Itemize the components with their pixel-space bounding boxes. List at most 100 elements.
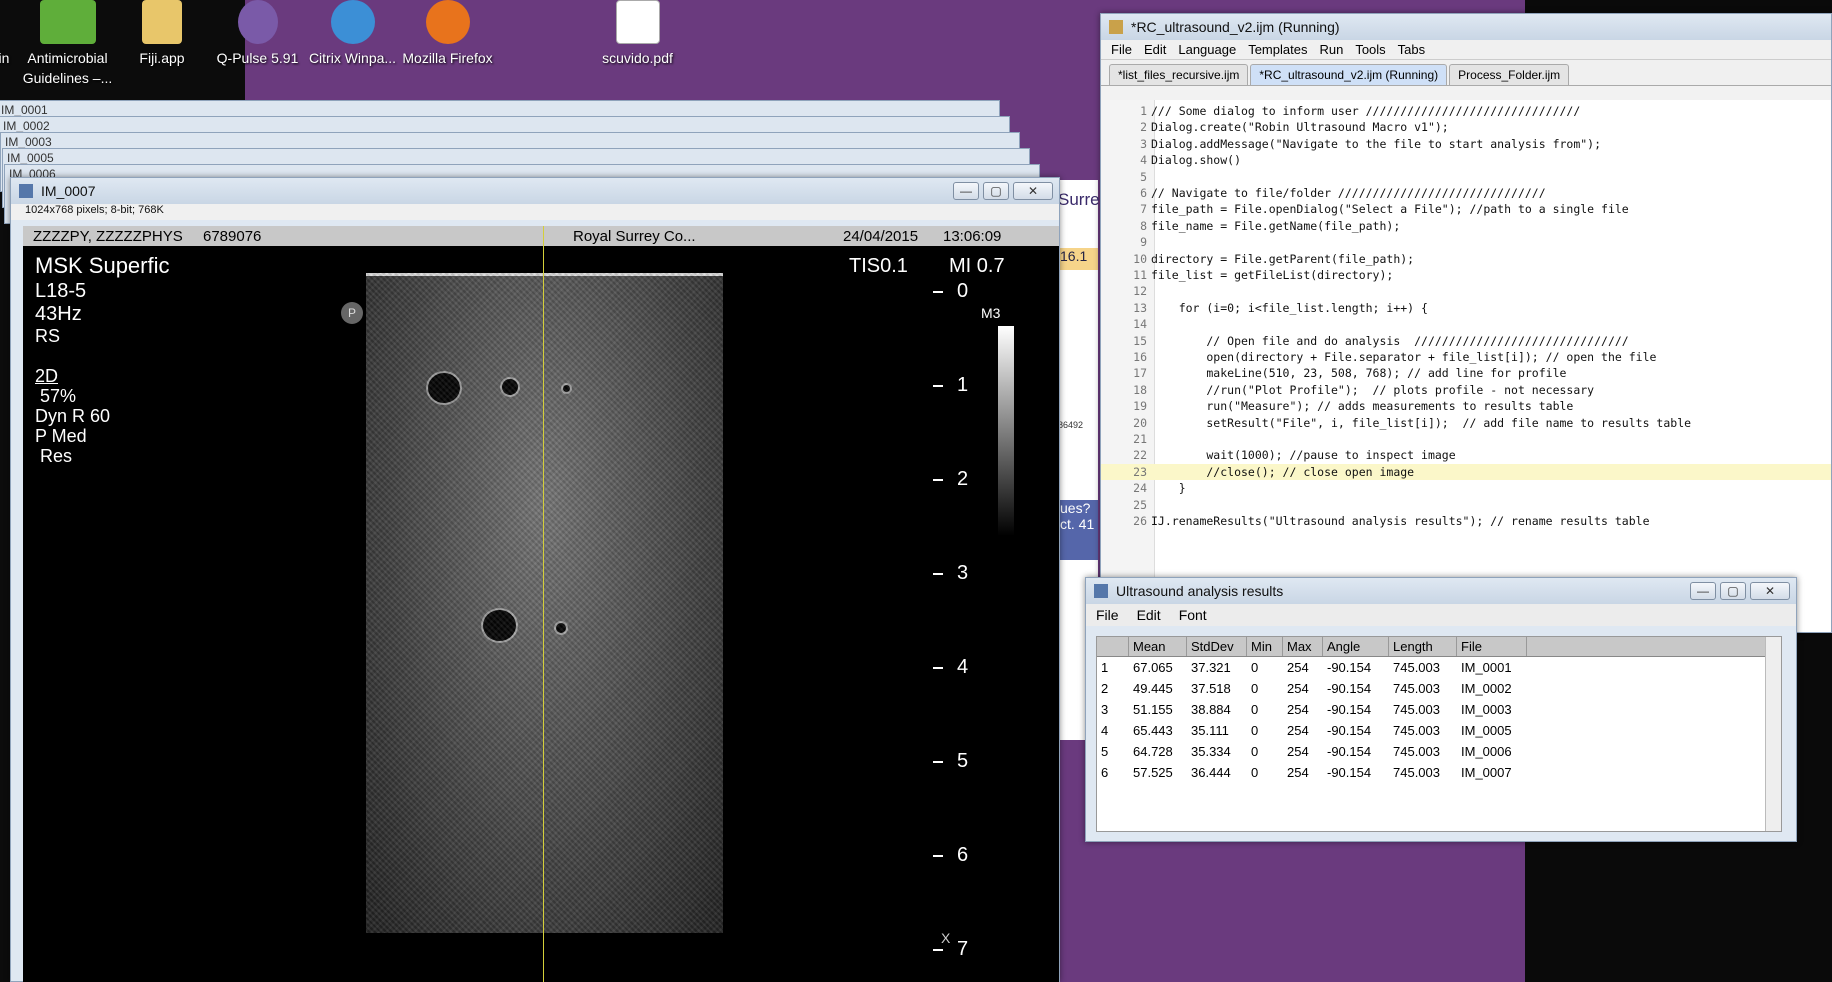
code-line[interactable]: 13 for (i=0; i<file_list.length; i++) { xyxy=(1101,300,1831,316)
minimize-button[interactable]: — xyxy=(953,182,979,200)
column-header[interactable]: Min xyxy=(1247,637,1283,656)
desktop-icon-qpulse[interactable]: Q-Pulse 5.91 xyxy=(210,0,305,68)
table-body: 1 67.065 37.321 0 254 -90.154 745.003 IM_0001 2 4… xyxy=(1097,657,1781,783)
code-line[interactable]: 17 makeLine(510, 23, 508, 768); // add l… xyxy=(1101,365,1831,381)
menu-language[interactable]: Language xyxy=(1178,42,1236,57)
code-line[interactable]: 10 directory = File.getParent(file_path); xyxy=(1101,251,1831,267)
table-row[interactable]: 1 67.065 37.321 0 254 -90.154 745.003 IM_0001 xyxy=(1097,657,1781,678)
desktop-icon-fiji[interactable]: Fiji.app xyxy=(118,0,206,68)
menu-edit[interactable]: Edit xyxy=(1144,42,1166,57)
line-number: 11 xyxy=(1133,268,1147,282)
code-text: file_name = File.getName(file_path); xyxy=(1151,218,1401,233)
code-line[interactable]: 6 // Navigate to file/folder ////////////… xyxy=(1101,185,1831,201)
map-label: M3 xyxy=(981,305,1001,321)
column-header[interactable]: Angle xyxy=(1323,637,1389,656)
menu-templates[interactable]: Templates xyxy=(1248,42,1307,57)
code-line[interactable]: 22 wait(1000); //pause to inspect image xyxy=(1101,447,1831,463)
script-editor-window[interactable]: *RC_ultrasound_v2.ijm (Running) File Edi… xyxy=(1100,13,1832,633)
table-row[interactable]: 6 57.525 36.444 0 254 -90.154 745.003 IM_0007 xyxy=(1097,762,1781,783)
desktop-icon-citrix[interactable]: Citrix Winpa... xyxy=(305,0,400,68)
tab-process-folder[interactable]: Process_Folder.ijm xyxy=(1449,64,1570,85)
table-row[interactable]: 2 49.445 37.518 0 254 -90.154 745.003 IM_0002 xyxy=(1097,678,1781,699)
depth-mark: 0 xyxy=(933,280,968,303)
desktop-icon-pdf[interactable]: scuvido.pdf xyxy=(590,0,685,68)
image-window-titlebar[interactable]: IM_0007 — ▢ ✕ xyxy=(11,178,1059,204)
editor-titlebar[interactable]: *RC_ultrasound_v2.ijm (Running) xyxy=(1101,14,1831,40)
tab-rc-ultrasound[interactable]: *RC_ultrasound_v2.ijm (Running) xyxy=(1250,64,1448,85)
code-line[interactable]: 2 Dialog.create("Robin Ultrasound Macro v… xyxy=(1101,119,1831,135)
code-line[interactable]: 4 Dialog.show() xyxy=(1101,152,1831,168)
code-line[interactable]: 15 // Open file and do analysis ////////… xyxy=(1101,333,1831,349)
table-cell: IM_0006 xyxy=(1461,744,1512,759)
menu-run[interactable]: Run xyxy=(1319,42,1343,57)
results-titlebar[interactable]: Ultrasound analysis results — ▢ ✕ xyxy=(1086,578,1796,604)
code-line[interactable]: 1 /// Some dialog to inform user ////////… xyxy=(1101,103,1831,119)
minimize-button[interactable]: — xyxy=(1690,582,1716,600)
power-label: P Med xyxy=(35,426,87,446)
menu-edit[interactable]: Edit xyxy=(1137,607,1161,623)
code-text: run("Measure"); // adds measurements to … xyxy=(1151,399,1574,414)
code-text: file_list = getFileList(directory); xyxy=(1151,268,1394,282)
code-line[interactable]: 11 file_list = getFileList(directory); xyxy=(1101,267,1831,283)
code-line[interactable]: 25 xyxy=(1101,497,1831,513)
code-text: //run("Plot Profile"); // plots profile … xyxy=(1151,382,1595,397)
code-area[interactable]: 1 /// Some dialog to inform user ////////… xyxy=(1101,100,1831,632)
menu-file[interactable]: File xyxy=(1096,607,1119,623)
results-table[interactable]: Mean StdDev Min Max Angle Length File 1 6… xyxy=(1096,636,1782,832)
table-cell: IM_0007 xyxy=(1461,765,1512,780)
column-header[interactable]: StdDev xyxy=(1187,637,1247,656)
code-line[interactable]: 3 Dialog.addMessage("Navigate to the file… xyxy=(1101,136,1831,152)
patient-id: 6789076 xyxy=(203,227,262,245)
code-line[interactable]: 14 xyxy=(1101,316,1831,332)
code-line[interactable]: 16 open(directory + File.separator + fil… xyxy=(1101,349,1831,365)
column-header[interactable]: File xyxy=(1457,637,1527,656)
vertical-scrollbar[interactable] xyxy=(1765,637,1781,831)
line-number: 20 xyxy=(1133,415,1147,430)
line-number: 21 xyxy=(1133,432,1147,446)
column-header[interactable]: Mean xyxy=(1129,637,1187,656)
code-line[interactable]: 5 xyxy=(1101,169,1831,185)
desktop-icon-firefox[interactable]: Mozilla Firefox xyxy=(400,0,495,68)
ultrasound-image[interactable]: ZZZZPY, ZZZZZPHYS 6789076 Royal Surrey C… xyxy=(23,226,1059,982)
code-line[interactable]: 26 IJ.renameResults("Ultrasound analysis … xyxy=(1101,513,1831,529)
column-header[interactable]: Max xyxy=(1283,637,1323,656)
column-header[interactable]: Length xyxy=(1389,637,1457,656)
code-line[interactable]: 24 } xyxy=(1101,480,1831,496)
line-number: 5 xyxy=(1140,169,1147,184)
profile-line[interactable] xyxy=(543,226,544,982)
mode-label: RS xyxy=(35,326,61,346)
menu-font[interactable]: Font xyxy=(1179,607,1207,623)
menu-tools[interactable]: Tools xyxy=(1355,42,1385,57)
code-line[interactable]: 20 setResult("File", i, file_list[i]); /… xyxy=(1101,415,1831,431)
line-number: 16 xyxy=(1133,350,1147,364)
editor-menubar: File Edit Language Templates Run Tools T… xyxy=(1101,40,1831,60)
code-line[interactable]: 18 //run("Plot Profile"); // plots profi… xyxy=(1101,382,1831,398)
close-button[interactable]: ✕ xyxy=(1013,182,1053,200)
code-line[interactable]: 8 file_name = File.getName(file_path); xyxy=(1101,218,1831,234)
table-row[interactable]: 4 65.443 35.111 0 254 -90.154 745.003 IM_0005 xyxy=(1097,720,1781,741)
code-line[interactable]: 7 file_path = File.openDialog("Select a F… xyxy=(1101,201,1831,217)
code-line[interactable]: 21 xyxy=(1101,431,1831,447)
desktop-icon-antimicrobial[interactable]: Antimicrobial Guidelines –... xyxy=(20,0,115,88)
tab-list-files[interactable]: *list_files_recursive.ijm xyxy=(1109,64,1249,85)
table-cell: IM_0003 xyxy=(1461,702,1512,717)
code-line[interactable]: 23 //close(); // close open image xyxy=(1101,463,1831,480)
image-window[interactable]: IM_0007 — ▢ ✕ 1024x768 pixels; 8-bit; 76… xyxy=(10,177,1060,982)
maximize-button[interactable]: ▢ xyxy=(1720,582,1746,600)
menu-tabs[interactable]: Tabs xyxy=(1398,42,1425,57)
code-line[interactable]: 12 xyxy=(1101,283,1831,299)
doc-snippet: ues? xyxy=(1060,500,1091,516)
scan-time: 13:06:09 xyxy=(943,227,1002,245)
menu-file[interactable]: File xyxy=(1111,42,1132,57)
table-row[interactable]: 3 51.155 38.884 0 254 -90.154 745.003 IM_0003 xyxy=(1097,699,1781,720)
code-line[interactable]: 19 run("Measure"); // adds measurements … xyxy=(1101,398,1831,414)
maximize-button[interactable]: ▢ xyxy=(983,182,1009,200)
column-header[interactable] xyxy=(1097,637,1129,656)
table-row[interactable]: 5 64.728 35.334 0 254 -90.154 745.003 IM_0006 xyxy=(1097,741,1781,762)
cyst xyxy=(502,379,518,395)
code-line[interactable]: 9 xyxy=(1101,234,1831,250)
preset-label: MSK Superfic xyxy=(35,253,170,278)
line-number: 2 xyxy=(1140,120,1147,135)
results-window[interactable]: Ultrasound analysis results — ▢ ✕ File E… xyxy=(1085,577,1797,842)
close-button[interactable]: ✕ xyxy=(1750,582,1790,600)
